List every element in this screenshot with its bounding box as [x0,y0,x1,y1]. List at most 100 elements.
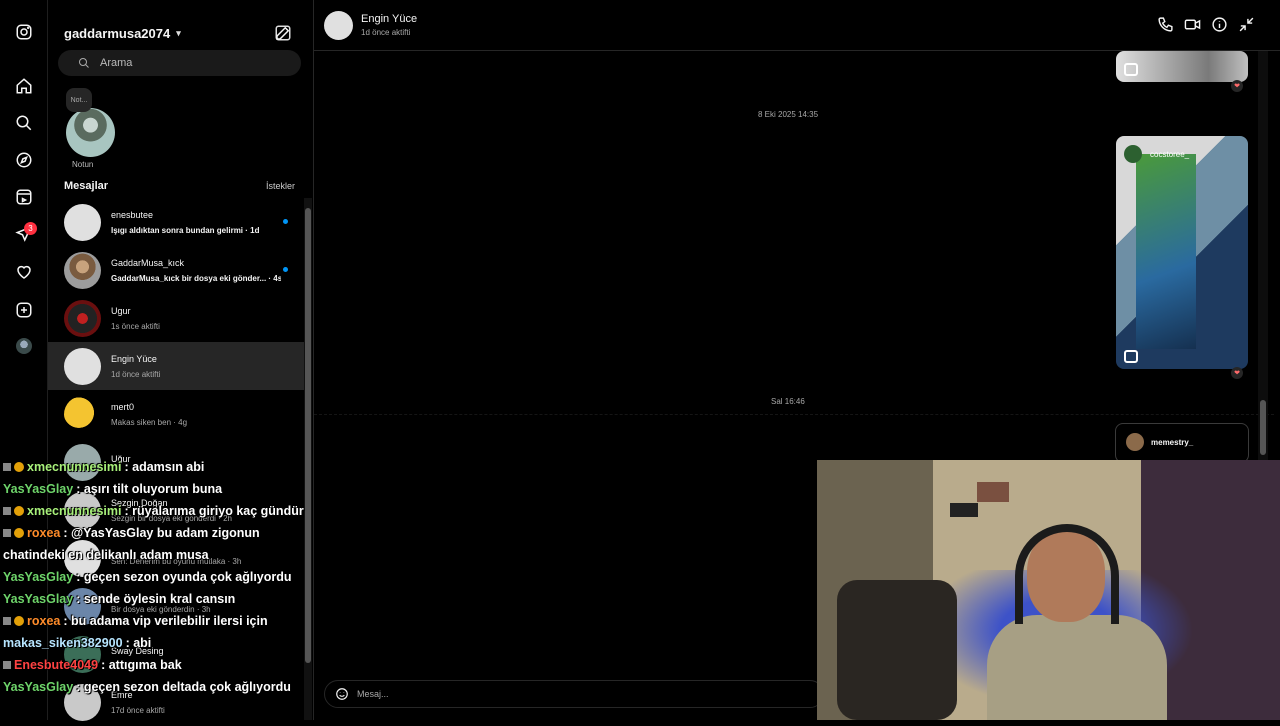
thread-preview: Işıgı aldıktan sonra bundan gelirmi · 1d [111,225,260,235]
message-timestamp: 8 Eki 2025 14:35 [758,110,819,119]
info-icon[interactable] [1211,16,1229,34]
chat-message: : @YasYasGlay bu adam zigonun [63,526,260,540]
badge-icon [14,616,24,626]
chat-line: YasYasGlay: geçen sezon oyunda çok ağlıy… [0,566,310,588]
profile-avatar[interactable] [16,338,32,354]
thread-row[interactable]: mert0 Makas siken ben · 4g [48,390,304,438]
notifications-icon[interactable] [14,262,34,282]
chat-line: YasYasGlay: aşırı tilt oluyorum buna [0,478,310,500]
chat-message: : adamsın abi [124,460,205,474]
wall-picture [977,482,1009,502]
message-composer[interactable] [324,680,824,708]
message-timestamp: Sal 16:46 [771,397,805,406]
avatar [64,251,101,289]
conversation-header: Engin Yüce 1d önce aktifti [314,0,1280,51]
badge-icon [3,617,11,625]
reel-thumbnail [1136,154,1196,349]
phone-icon[interactable] [1157,16,1175,34]
chat-user: makas_siken382900 [3,636,123,650]
search-input[interactable] [100,57,280,69]
thread-name: GaddarMusa_kıck [111,257,185,268]
instagram-icon[interactable] [14,22,34,42]
headphones-icon [1015,524,1119,624]
chat-line: roxea: @YasYasGlay bu adam zigonun [0,522,310,544]
chat-line: xmecnunnesimi: rüyalarıma giriyo kaç gün… [0,500,310,522]
avatar [64,395,101,433]
messages-heading: Mesajlar [64,180,109,192]
chat-user: YasYasGlay [3,592,74,606]
account-switcher[interactable]: gaddarmusa2074 ▾ [64,26,181,41]
video-call-icon[interactable] [1184,16,1202,34]
home-icon[interactable] [14,76,34,96]
avatar [64,299,101,337]
note-avatar[interactable] [66,108,115,157]
message-input[interactable] [357,689,757,699]
badge-icon [14,528,24,538]
reaction-badge[interactable]: ❤ [1231,367,1243,379]
shared-post[interactable]: memestry_ [1115,423,1249,463]
chat-message: : sende öylesin kral cansın [76,592,236,606]
thread-preview: 17d önce aktifti [111,705,165,715]
thread-row[interactable]: enesbutee Işıgı aldıktan sonra bundan gel… [48,198,304,246]
search-box[interactable] [58,50,301,76]
chat-message: chatindeki en delikanlı adam musa [3,548,209,562]
chat-user: YasYasGlay [3,680,74,694]
scrollbar-thumb[interactable] [1260,400,1266,455]
emoji-icon[interactable] [335,687,349,701]
explore-icon[interactable] [14,150,34,170]
stream-chat-overlay: xmecnunnesimi: adamsın abi YasYasGlay: a… [0,456,310,696]
thread-row[interactable]: GaddarMusa_kıck GaddarMusa_kıck bir dosya… [48,246,304,294]
chat-message: : geçen sezon oyunda çok ağlıyordu [76,570,292,584]
new-message-icon[interactable] [274,24,292,42]
thread-name: mert0 [111,401,135,412]
reel-author: cocstoree_ [1150,150,1190,159]
search-icon[interactable] [14,113,34,133]
badge-icon [3,529,11,537]
reel-author-avatar [1124,145,1142,163]
unread-dot [283,267,288,272]
create-icon[interactable] [14,300,34,320]
divider [314,414,1274,415]
chat-message: : aşırı tilt oluyorum buna [76,482,223,496]
webcam-overlay [817,460,1280,720]
reels-icon[interactable] [14,187,34,207]
wall-socket [950,503,978,517]
thread-preview: GaddarMusa_kıck bir dosya eki gönder... … [111,273,281,283]
reel-icon [1124,350,1138,363]
reaction-badge[interactable]: ❤ [1231,80,1243,92]
reel-icon [1124,63,1138,76]
chat-user: xmecnunnesimi [27,460,122,474]
chat-message: : bu adama vip verilebilir ilersi için [63,614,268,628]
note-label: Notun [72,160,94,169]
note[interactable]: Not... Notun [66,88,120,170]
thread-row-selected[interactable]: Engin Yüce 1d önce aktifti [48,342,304,390]
badge-icon [14,506,24,516]
shared-reel[interactable]: cocstoree_ [1116,136,1248,369]
minimize-icon[interactable] [1238,16,1256,34]
chat-message: : rüyalarıma giriyo kaç gündür [124,504,304,518]
shared-reel[interactable] [1116,51,1248,82]
requests-link[interactable]: İstekler [266,181,295,191]
thread-name: Engin Yüce [111,353,157,364]
hoodie [987,615,1167,720]
thread-preview: Makas siken ben · 4g [111,417,188,427]
contact-avatar[interactable] [324,11,353,40]
chat-user: roxea [27,614,61,628]
contact-name[interactable]: Engin Yüce [361,13,417,25]
chat-line: YasYasGlay: sende öylesin kral cansın [0,588,310,610]
chat-message: : attıgıma bak [101,658,182,672]
chat-line: xmecnunnesimi: adamsın abi [0,456,310,478]
chat-line: makas_siken382900: abi [0,632,310,654]
shared-post-avatar [1126,433,1144,451]
thread-preview: 1d önce aktifti [111,369,161,379]
chat-user: YasYasGlay [3,570,74,584]
note-bubble[interactable]: Not... [66,88,92,112]
thread-name: enesbutee [111,209,154,220]
thread-row[interactable]: Ugur 1s önce aktifti [48,294,304,342]
chat-line: chatindeki en delikanlı adam musa [0,544,310,566]
conversation-scrollbar[interactable] [1258,51,1268,461]
contact-status: 1d önce aktifti [361,28,411,37]
chat-line: roxea: bu adama vip verilebilir ilersi i… [0,610,310,632]
shared-post-user: memestry_ [1151,438,1194,447]
chat-line: YasYasGlay: geçen sezon deltada çok ağlı… [0,676,310,698]
